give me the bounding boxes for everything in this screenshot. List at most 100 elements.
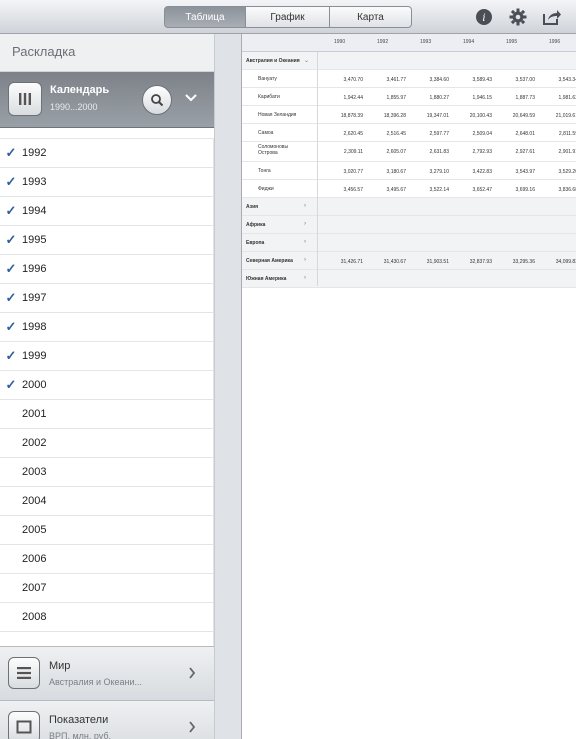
checkmark-icon: ✓	[5, 348, 17, 363]
year-label: 2000	[22, 379, 47, 391]
chevron-right-icon[interactable]: ›	[304, 221, 306, 227]
table-cell: 3,652.47	[472, 187, 492, 193]
table-row[interactable]: Фиджи 3,456.57 3,495.67 3,522.14 3,652.47 3,6…	[242, 180, 576, 198]
table-row[interactable]: Южная Америка ›	[242, 270, 576, 288]
table-row[interactable]: Северная Америка › 31,426.71 31,430.67 31,90…	[242, 252, 576, 270]
table-cell: 1,981.62	[558, 95, 576, 101]
list-item[interactable]: ✓ 1998	[0, 313, 213, 342]
table-cell: 3,699.16	[515, 187, 535, 193]
share-icon[interactable]	[542, 7, 562, 27]
world-dimension-button[interactable]	[8, 657, 40, 689]
list-item[interactable]: ✓ 1999	[0, 342, 213, 371]
year-label: 1994	[22, 205, 47, 217]
chevron-down-icon[interactable]	[185, 93, 197, 103]
table-cell: 34,099.83	[555, 259, 576, 265]
chevron-right-icon[interactable]: ›	[304, 239, 306, 245]
table-cell: 1,855.97	[386, 95, 406, 101]
checkmark-icon: ✓	[5, 174, 17, 189]
chevron-right-icon[interactable]	[188, 667, 196, 679]
year-list: ✓ 1992 ✓ 1993 ✓ 1994 ✓ 1995 ✓ 1996 ✓ 1997 ✓ 1998 ✓ 1999…	[0, 138, 214, 646]
list-item[interactable]: 2006	[0, 545, 213, 574]
indicators-dimension-button[interactable]	[8, 711, 40, 739]
table-row[interactable]: Европа ›	[242, 234, 576, 252]
table-row[interactable]: Австралия и Океания ⌄	[242, 52, 576, 70]
list-item[interactable]: ✓ 1995	[0, 226, 213, 255]
rows-icon	[17, 667, 31, 679]
calendar-dimension[interactable]: Календарь 1990...2000	[0, 72, 214, 128]
tab-map[interactable]: Карта	[329, 6, 412, 28]
gear-icon[interactable]	[508, 7, 528, 27]
list-item[interactable]: ✓ 1997	[0, 284, 213, 313]
chevron-right-icon[interactable]	[188, 721, 196, 733]
list-item[interactable]: 2001	[0, 400, 213, 429]
table-cell: 2,631.83	[429, 149, 449, 155]
list-item[interactable]: ✓ 1996	[0, 255, 213, 284]
table-row[interactable]: Азия ›	[242, 198, 576, 216]
table-cell: 2,309.11	[343, 149, 363, 155]
table-cell: 3,537.00	[515, 77, 535, 83]
row-label: Новая Зеландия	[258, 112, 297, 118]
chevron-right-icon[interactable]: ›	[304, 257, 306, 263]
list-item[interactable]: 2005	[0, 516, 213, 545]
checkmark-icon: ✓	[5, 261, 17, 276]
chevron-right-icon[interactable]: ›	[304, 275, 306, 281]
table-cell: 1,946.15	[472, 95, 492, 101]
table-cell: 20,649.59	[512, 113, 535, 119]
chevron-right-icon[interactable]: ›	[304, 203, 306, 209]
row-label: Соломоновы Острова	[258, 144, 289, 156]
tab-table[interactable]: Таблица	[164, 6, 246, 28]
table-cell: 3,522.14	[429, 187, 449, 193]
list-item[interactable]: 2007	[0, 574, 213, 603]
list-item[interactable]: 2002	[0, 429, 213, 458]
calendar-title: Календарь	[50, 84, 110, 96]
indicators-subtitle: ВРП, млн. руб.	[49, 731, 112, 739]
list-item[interactable]: 2003	[0, 458, 213, 487]
table-cell: 3,020.77	[343, 169, 363, 175]
column-header[interactable]: 1996	[549, 39, 560, 45]
list-item[interactable]: ✓ 1994	[0, 197, 213, 226]
list-item[interactable]: 2008	[0, 603, 213, 632]
row-label: Карибати	[258, 94, 280, 100]
column-header[interactable]: 1992	[377, 39, 388, 45]
table-cell: 3,180.67	[386, 169, 406, 175]
table-cell: 3,422.83	[472, 169, 492, 175]
year-label: 1995	[22, 234, 47, 246]
world-dimension[interactable]: Мир Австралия и Океани...	[0, 646, 214, 700]
indicators-title: Показатели	[49, 714, 109, 726]
info-icon[interactable]: i	[474, 7, 494, 27]
columns-icon	[19, 93, 31, 105]
table-row[interactable]: Новая Зеландия 18,878.39 18,396.28 19,347.0…	[242, 106, 576, 124]
chevron-down-icon[interactable]: ⌄	[304, 57, 309, 64]
column-header[interactable]: 1995	[506, 39, 517, 45]
calendar-dimension-button[interactable]	[8, 82, 42, 116]
table-cell: 3,461.77	[386, 77, 406, 83]
year-label: 2002	[22, 437, 47, 449]
table-cell: 18,396.28	[383, 113, 406, 119]
column-header[interactable]: 1993	[420, 39, 431, 45]
tab-chart[interactable]: График	[245, 6, 330, 28]
table-cell: 2,509.04	[472, 131, 492, 137]
year-label: 2006	[22, 553, 47, 565]
list-item[interactable]: ✓ 1992	[0, 139, 213, 168]
table-row[interactable]: Вануату 3,470.70 3,461.77 3,384.60 3,589.43 3…	[242, 70, 576, 88]
year-label: 2001	[22, 408, 47, 420]
indicators-dimension[interactable]: Показатели ВРП, млн. руб.	[0, 700, 214, 739]
svg-text:i: i	[482, 13, 485, 24]
list-item[interactable]: 2004	[0, 487, 213, 516]
table-row[interactable]: Карибати 1,942.44 1,855.97 1,880.27 1,946.15…	[242, 88, 576, 106]
table-cell: 31,430.67	[383, 259, 406, 265]
table-cell: 32,837.93	[469, 259, 492, 265]
column-header[interactable]: 1990	[334, 39, 345, 45]
search-button[interactable]	[142, 85, 172, 115]
table-row[interactable]: Самоа 2,620.45 2,516.45 2,597.77 2,509.04 2,6…	[242, 124, 576, 142]
table-cell: 2,597.77	[429, 131, 449, 137]
year-label: 2007	[22, 582, 47, 594]
table-row[interactable]: Соломоновы Острова 2,309.11 2,605.07 2,631.…	[242, 142, 576, 162]
table-row[interactable]: Тонга 3,020.77 3,180.67 3,279.10 3,422.83 3,5…	[242, 162, 576, 180]
table-cell: 19,347.01	[426, 113, 449, 119]
column-header[interactable]: 1994	[463, 39, 474, 45]
table-row[interactable]: Африка ›	[242, 216, 576, 234]
list-item[interactable]: ✓ 1993	[0, 168, 213, 197]
list-item[interactable]: ✓ 2000	[0, 371, 213, 400]
data-table: 1990 1992 1993 1994 1995 1996 Австралия и Оке…	[242, 34, 576, 739]
